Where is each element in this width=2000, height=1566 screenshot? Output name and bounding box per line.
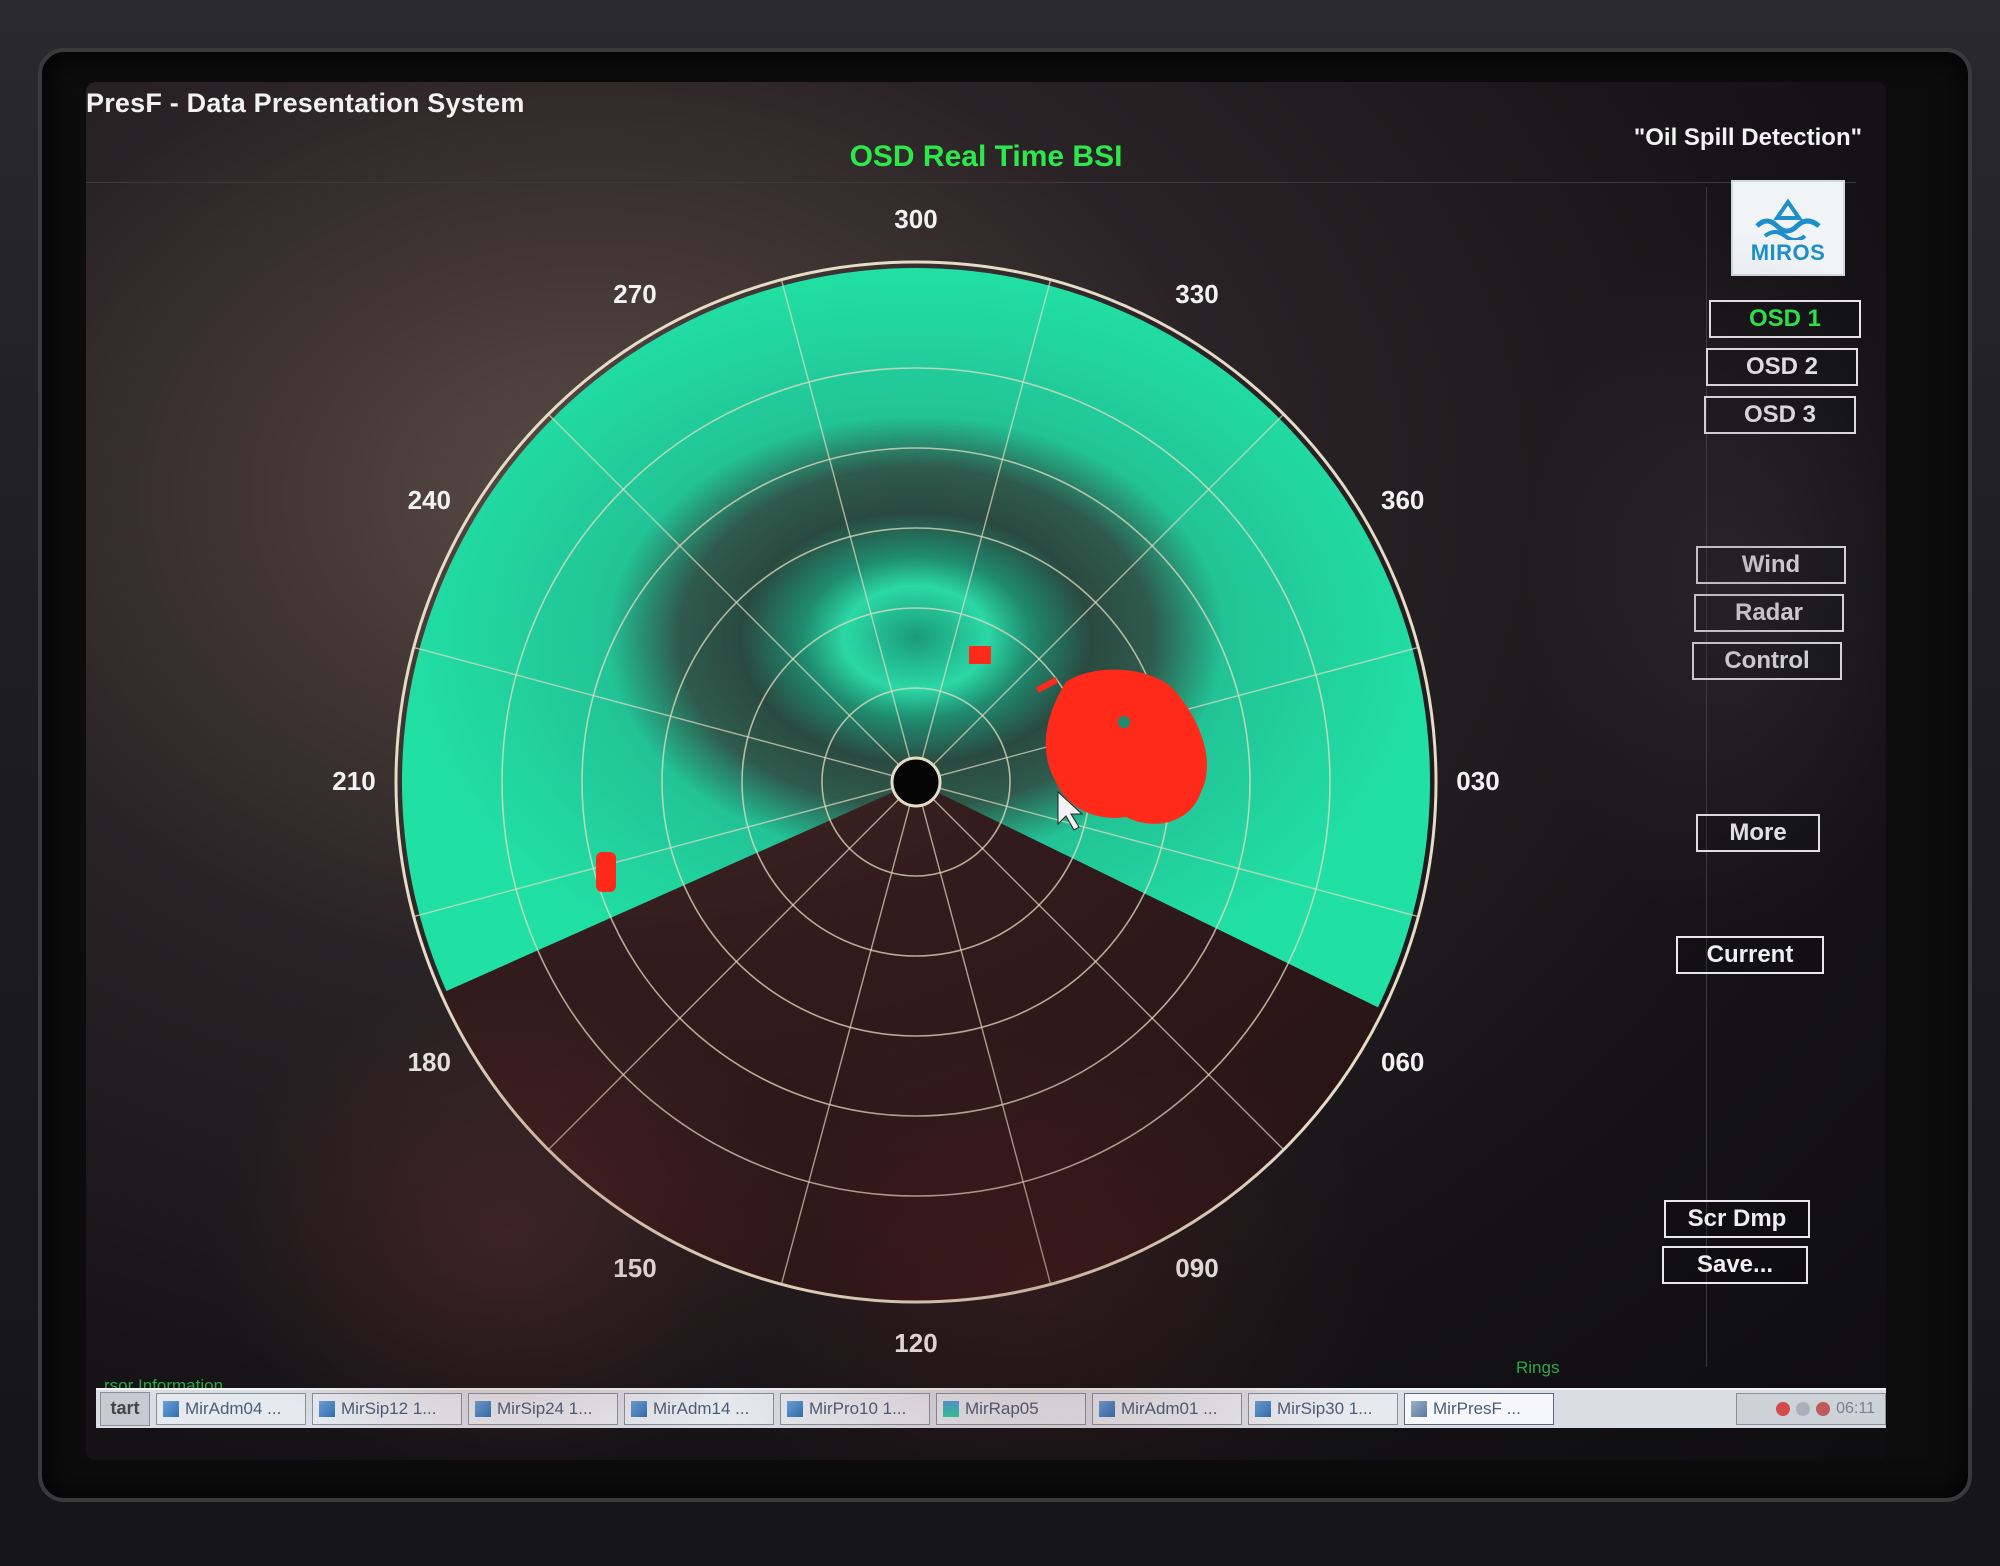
bearing-label-150: 150 [613,1252,657,1283]
app-icon [787,1401,803,1417]
network-icon[interactable] [1776,1402,1791,1416]
app-icon [943,1401,959,1417]
bearing-label-120: 120 [894,1328,938,1358]
shield-icon[interactable] [1796,1402,1811,1416]
bearing-label-240: 240 [407,485,451,515]
bearing-label-030: 030 [1456,766,1500,796]
app-icon [1099,1401,1115,1417]
app-title: PresF - Data Presentation System [86,88,525,118]
save-button[interactable]: Save... [1662,1246,1808,1284]
windows-taskbar: tart MirAdm04 ... MirSip12 1... MirSip24… [96,1388,1886,1428]
oil-spill-detection-small [969,646,991,664]
screen: PresF - Data Presentation System OSD Rea… [86,82,1886,1460]
bearing-label-300: 300 [894,204,938,234]
taskbar-item-mirsip24[interactable]: MirSip24 1... [468,1393,618,1425]
app-icon [319,1401,335,1417]
radar-display[interactable] [296,162,1536,1402]
oil-spill-hole [1118,716,1130,728]
screen-dump-button[interactable]: Scr Dmp [1664,1200,1810,1238]
bearing-label-180: 180 [407,1047,451,1077]
bearing-label-270: 270 [613,279,657,310]
app-icon [1411,1401,1427,1417]
taskbar-item-mirpresf[interactable]: MirPresF ... [1404,1393,1554,1425]
radar-centre [890,756,942,808]
bearing-label-090: 090 [1175,1252,1219,1283]
oil-spill-detection-edge [596,852,616,892]
app-icon [631,1401,647,1417]
app-icon [1255,1401,1271,1417]
app-icon [163,1401,179,1417]
wind-button[interactable]: Wind [1696,546,1846,584]
control-button[interactable]: Control [1692,642,1842,680]
osd-2-button[interactable]: OSD 2 [1706,348,1858,386]
bearing-label-330: 330 [1175,279,1219,310]
taskbar-item-miradm04[interactable]: MirAdm04 ... [156,1393,306,1425]
miros-logo: MIROS [1731,180,1845,276]
taskbar-item-mirsip30[interactable]: MirSip30 1... [1248,1393,1398,1425]
app-icon [475,1401,491,1417]
bearing-label-210: 210 [332,766,376,796]
miros-wave-logo-icon [1755,198,1821,240]
volume-icon[interactable] [1816,1402,1831,1416]
osd-3-button[interactable]: OSD 3 [1704,396,1856,434]
taskbar-item-mirsip12[interactable]: MirSip12 1... [312,1393,462,1425]
rings-label: Rings [1516,1358,1560,1377]
taskbar-item-miradm14[interactable]: MirAdm14 ... [624,1393,774,1425]
more-button[interactable]: More [1696,814,1820,852]
mode-title: "Oil Spill Detection" [1633,124,1862,151]
start-button[interactable]: tart [100,1392,150,1426]
bearing-label-360: 360 [1381,485,1425,515]
radar-button[interactable]: Radar [1694,594,1844,632]
taskbar-item-miradm01[interactable]: MirAdm01 ... [1092,1393,1242,1425]
osd-1-button[interactable]: OSD 1 [1709,300,1861,338]
bearing-label-060: 060 [1381,1047,1425,1077]
taskbar-item-mirpro10[interactable]: MirPro10 1... [780,1393,930,1425]
logo-text: MIROS [1750,240,1826,265]
system-tray: 06:11 [1736,1393,1886,1425]
clock: 06:11 [1836,1400,1875,1417]
taskbar-item-mirrap05[interactable]: MirRap05 [936,1393,1086,1425]
current-button[interactable]: Current [1676,936,1824,974]
